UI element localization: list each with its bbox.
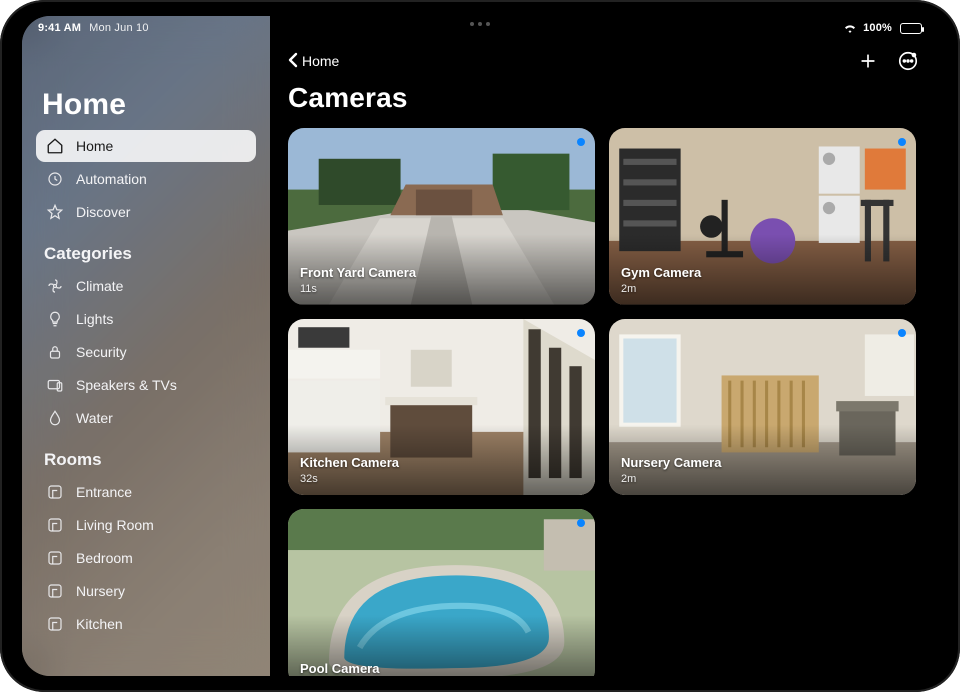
status-bar: 9:41 AM Mon Jun 10 100% [22, 16, 938, 40]
sidebar-item-lights[interactable]: Lights [36, 303, 256, 335]
status-time: 9:41 AM [38, 22, 81, 34]
back-button[interactable]: Home [288, 52, 339, 71]
back-label: Home [302, 53, 339, 69]
more-button[interactable] [896, 49, 920, 73]
camera-time: 11s [300, 283, 317, 295]
sidebar-item-label: Entrance [76, 484, 132, 500]
sidebar-item-label: Nursery [76, 583, 125, 599]
chevron-left-icon [288, 52, 298, 71]
sidebar-item-label: Automation [76, 171, 147, 187]
sidebar-item-security[interactable]: Security [36, 336, 256, 368]
room-icon [46, 615, 64, 633]
sidebar-item-label: Security [76, 344, 127, 360]
wifi-icon [843, 23, 857, 34]
sidebar-item-living-room[interactable]: Living Room [36, 509, 256, 541]
page-title: Cameras [288, 82, 920, 114]
camera-card-gym[interactable]: Gym Camera 2m [609, 128, 916, 305]
camera-name: Pool Camera [300, 661, 379, 676]
live-dot-icon [577, 138, 585, 146]
topbar: Home [288, 46, 920, 76]
sidebar-item-discover[interactable]: Discover [36, 196, 256, 228]
camera-name: Gym Camera [621, 265, 701, 280]
sidebar-item-label: Bedroom [76, 550, 133, 566]
sidebar-item-automation[interactable]: Automation [36, 163, 256, 195]
battery-percentage: 100% [863, 22, 892, 34]
add-button[interactable] [856, 49, 880, 73]
more-circle-icon [897, 50, 919, 72]
status-date: Mon Jun 10 [89, 22, 148, 34]
camera-time: 2m [621, 473, 636, 485]
camera-name: Front Yard Camera [300, 265, 416, 280]
drop-icon [46, 409, 64, 427]
camera-card-nursery[interactable]: Nursery Camera 2m [609, 319, 916, 496]
sidebar: Home Home Automation Discover Categorie [22, 16, 270, 676]
lock-icon [46, 343, 64, 361]
sidebar-item-kitchen[interactable]: Kitchen [36, 608, 256, 640]
sidebar-item-bedroom[interactable]: Bedroom [36, 542, 256, 574]
sidebar-item-label: Water [76, 410, 113, 426]
sidebar-section-categories: Categories [44, 244, 248, 264]
sidebar-item-entrance[interactable]: Entrance [36, 476, 256, 508]
sidebar-item-label: Kitchen [76, 616, 123, 632]
sidebar-section-rooms: Rooms [44, 450, 248, 470]
room-icon [46, 582, 64, 600]
live-dot-icon [577, 519, 585, 527]
bulb-icon [46, 310, 64, 328]
camera-grid: Front Yard Camera 11s [288, 128, 920, 676]
sidebar-item-label: Speakers & TVs [76, 377, 177, 393]
room-icon [46, 483, 64, 501]
sidebar-item-label: Home [76, 138, 113, 154]
sidebar-item-label: Living Room [76, 517, 154, 533]
sidebar-item-water[interactable]: Water [36, 402, 256, 434]
main-content: Home Cameras [270, 16, 938, 676]
camera-card-kitchen[interactable]: Kitchen Camera 32s [288, 319, 595, 496]
live-dot-icon [577, 329, 585, 337]
screen: 9:41 AM Mon Jun 10 100% Home Home [22, 16, 938, 676]
camera-time: 32s [300, 473, 318, 485]
camera-card-pool[interactable]: Pool Camera [288, 509, 595, 676]
fan-icon [46, 277, 64, 295]
app-title: Home [42, 88, 250, 122]
sidebar-item-label: Discover [76, 204, 130, 220]
sidebar-item-label: Climate [76, 278, 123, 294]
tv-icon [46, 376, 64, 394]
live-dot-icon [898, 329, 906, 337]
camera-card-front-yard[interactable]: Front Yard Camera 11s [288, 128, 595, 305]
ipad-frame: 9:41 AM Mon Jun 10 100% Home Home [0, 0, 960, 692]
sidebar-item-home[interactable]: Home [36, 130, 256, 162]
plus-icon [858, 51, 878, 71]
sidebar-item-speakers-tvs[interactable]: Speakers & TVs [36, 369, 256, 401]
home-icon [46, 137, 64, 155]
sidebar-item-label: Lights [76, 311, 113, 327]
sidebar-item-climate[interactable]: Climate [36, 270, 256, 302]
automation-icon [46, 170, 64, 188]
star-icon [46, 203, 64, 221]
sidebar-item-nursery[interactable]: Nursery [36, 575, 256, 607]
room-icon [46, 549, 64, 567]
battery-icon [898, 23, 922, 34]
live-dot-icon [898, 138, 906, 146]
camera-name: Nursery Camera [621, 455, 721, 470]
camera-name: Kitchen Camera [300, 455, 399, 470]
room-icon [46, 516, 64, 534]
camera-time: 2m [621, 283, 636, 295]
